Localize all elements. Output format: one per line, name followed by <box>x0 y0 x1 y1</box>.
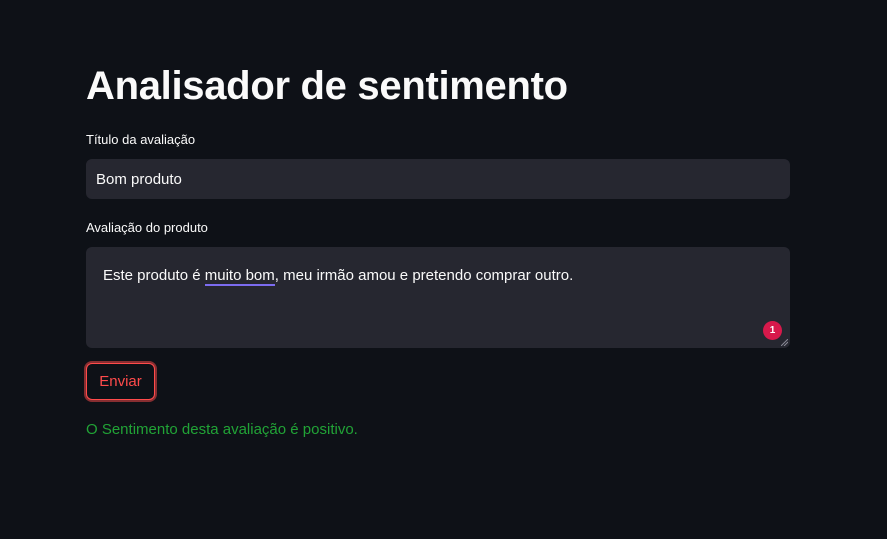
page-title: Analisador de sentimento <box>86 64 568 108</box>
review-title-label: Título da avaliação <box>86 132 196 147</box>
review-textarea[interactable]: Este produto é muito bom, meu irmão amou… <box>86 247 790 348</box>
review-text-label: Avaliação do produto <box>86 220 208 235</box>
review-textarea-content[interactable]: Este produto é muito bom, meu irmão amou… <box>103 266 573 286</box>
grammar-check-badge[interactable]: 1 <box>763 321 782 340</box>
submit-button[interactable]: Enviar <box>86 363 155 400</box>
review-title-input[interactable] <box>86 159 790 199</box>
sentiment-result-message: O Sentimento desta avaliação é positivo. <box>86 421 358 438</box>
review-text-before: Este produto é <box>103 267 205 284</box>
review-text-after: , meu irmão amou e pretendo comprar outr… <box>274 267 574 284</box>
resize-handle-icon[interactable] <box>781 339 788 346</box>
spellcheck-underlined-text[interactable]: muito bom <box>204 267 275 286</box>
